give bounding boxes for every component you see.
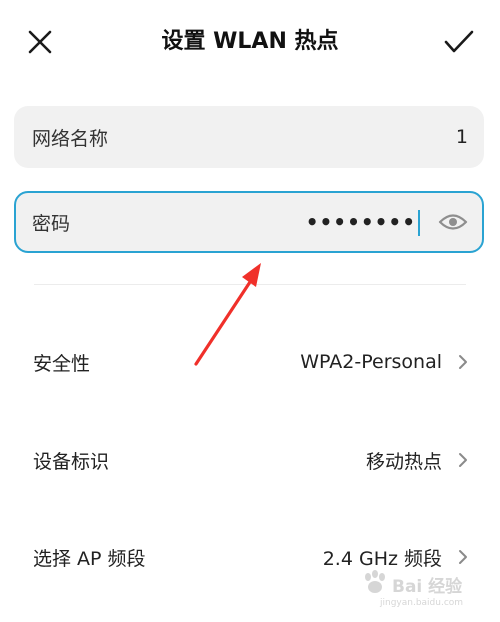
device-id-row[interactable]: 设备标识 移动热点 bbox=[0, 428, 500, 492]
password-field[interactable]: 密码 •••••••• bbox=[14, 191, 484, 253]
security-row[interactable]: 安全性 WPA2-Personal bbox=[0, 330, 500, 394]
network-name-label: 网络名称 bbox=[32, 127, 109, 150]
network-name-input[interactable]: 1 bbox=[456, 106, 468, 168]
ap-band-label: 选择 AP 频段 bbox=[33, 547, 146, 570]
confirm-button[interactable] bbox=[436, 24, 482, 60]
header-bar: 设置 WLAN 热点 bbox=[0, 0, 500, 84]
baidu-jingyan-watermark: Bai 经验 jingyan.baidu.com bbox=[356, 570, 490, 616]
close-icon bbox=[28, 30, 52, 54]
section-divider bbox=[34, 284, 466, 285]
close-button[interactable] bbox=[20, 24, 60, 60]
checkmark-icon bbox=[444, 30, 474, 53]
page-title: 设置 WLAN 热点 bbox=[161, 29, 339, 54]
password-label: 密码 bbox=[32, 212, 71, 235]
device-id-value: 移动热点 bbox=[365, 450, 442, 473]
security-label: 安全性 bbox=[33, 352, 91, 375]
security-value: WPA2-Personal bbox=[300, 351, 442, 373]
device-id-label: 设备标识 bbox=[33, 450, 110, 473]
eye-icon bbox=[438, 214, 468, 230]
watermark-text: Bai 经验 bbox=[392, 577, 463, 597]
password-input[interactable]: •••••••• bbox=[306, 193, 416, 251]
chevron-right-icon bbox=[456, 547, 470, 567]
text-cursor bbox=[418, 210, 420, 236]
network-name-field[interactable]: 网络名称 1 bbox=[14, 106, 484, 168]
chevron-right-icon bbox=[456, 352, 470, 372]
chevron-right-icon bbox=[456, 450, 470, 470]
paw-logo-icon bbox=[365, 570, 385, 593]
toggle-password-visibility-button[interactable] bbox=[436, 207, 470, 237]
watermark-url: jingyan.baidu.com bbox=[380, 598, 464, 608]
